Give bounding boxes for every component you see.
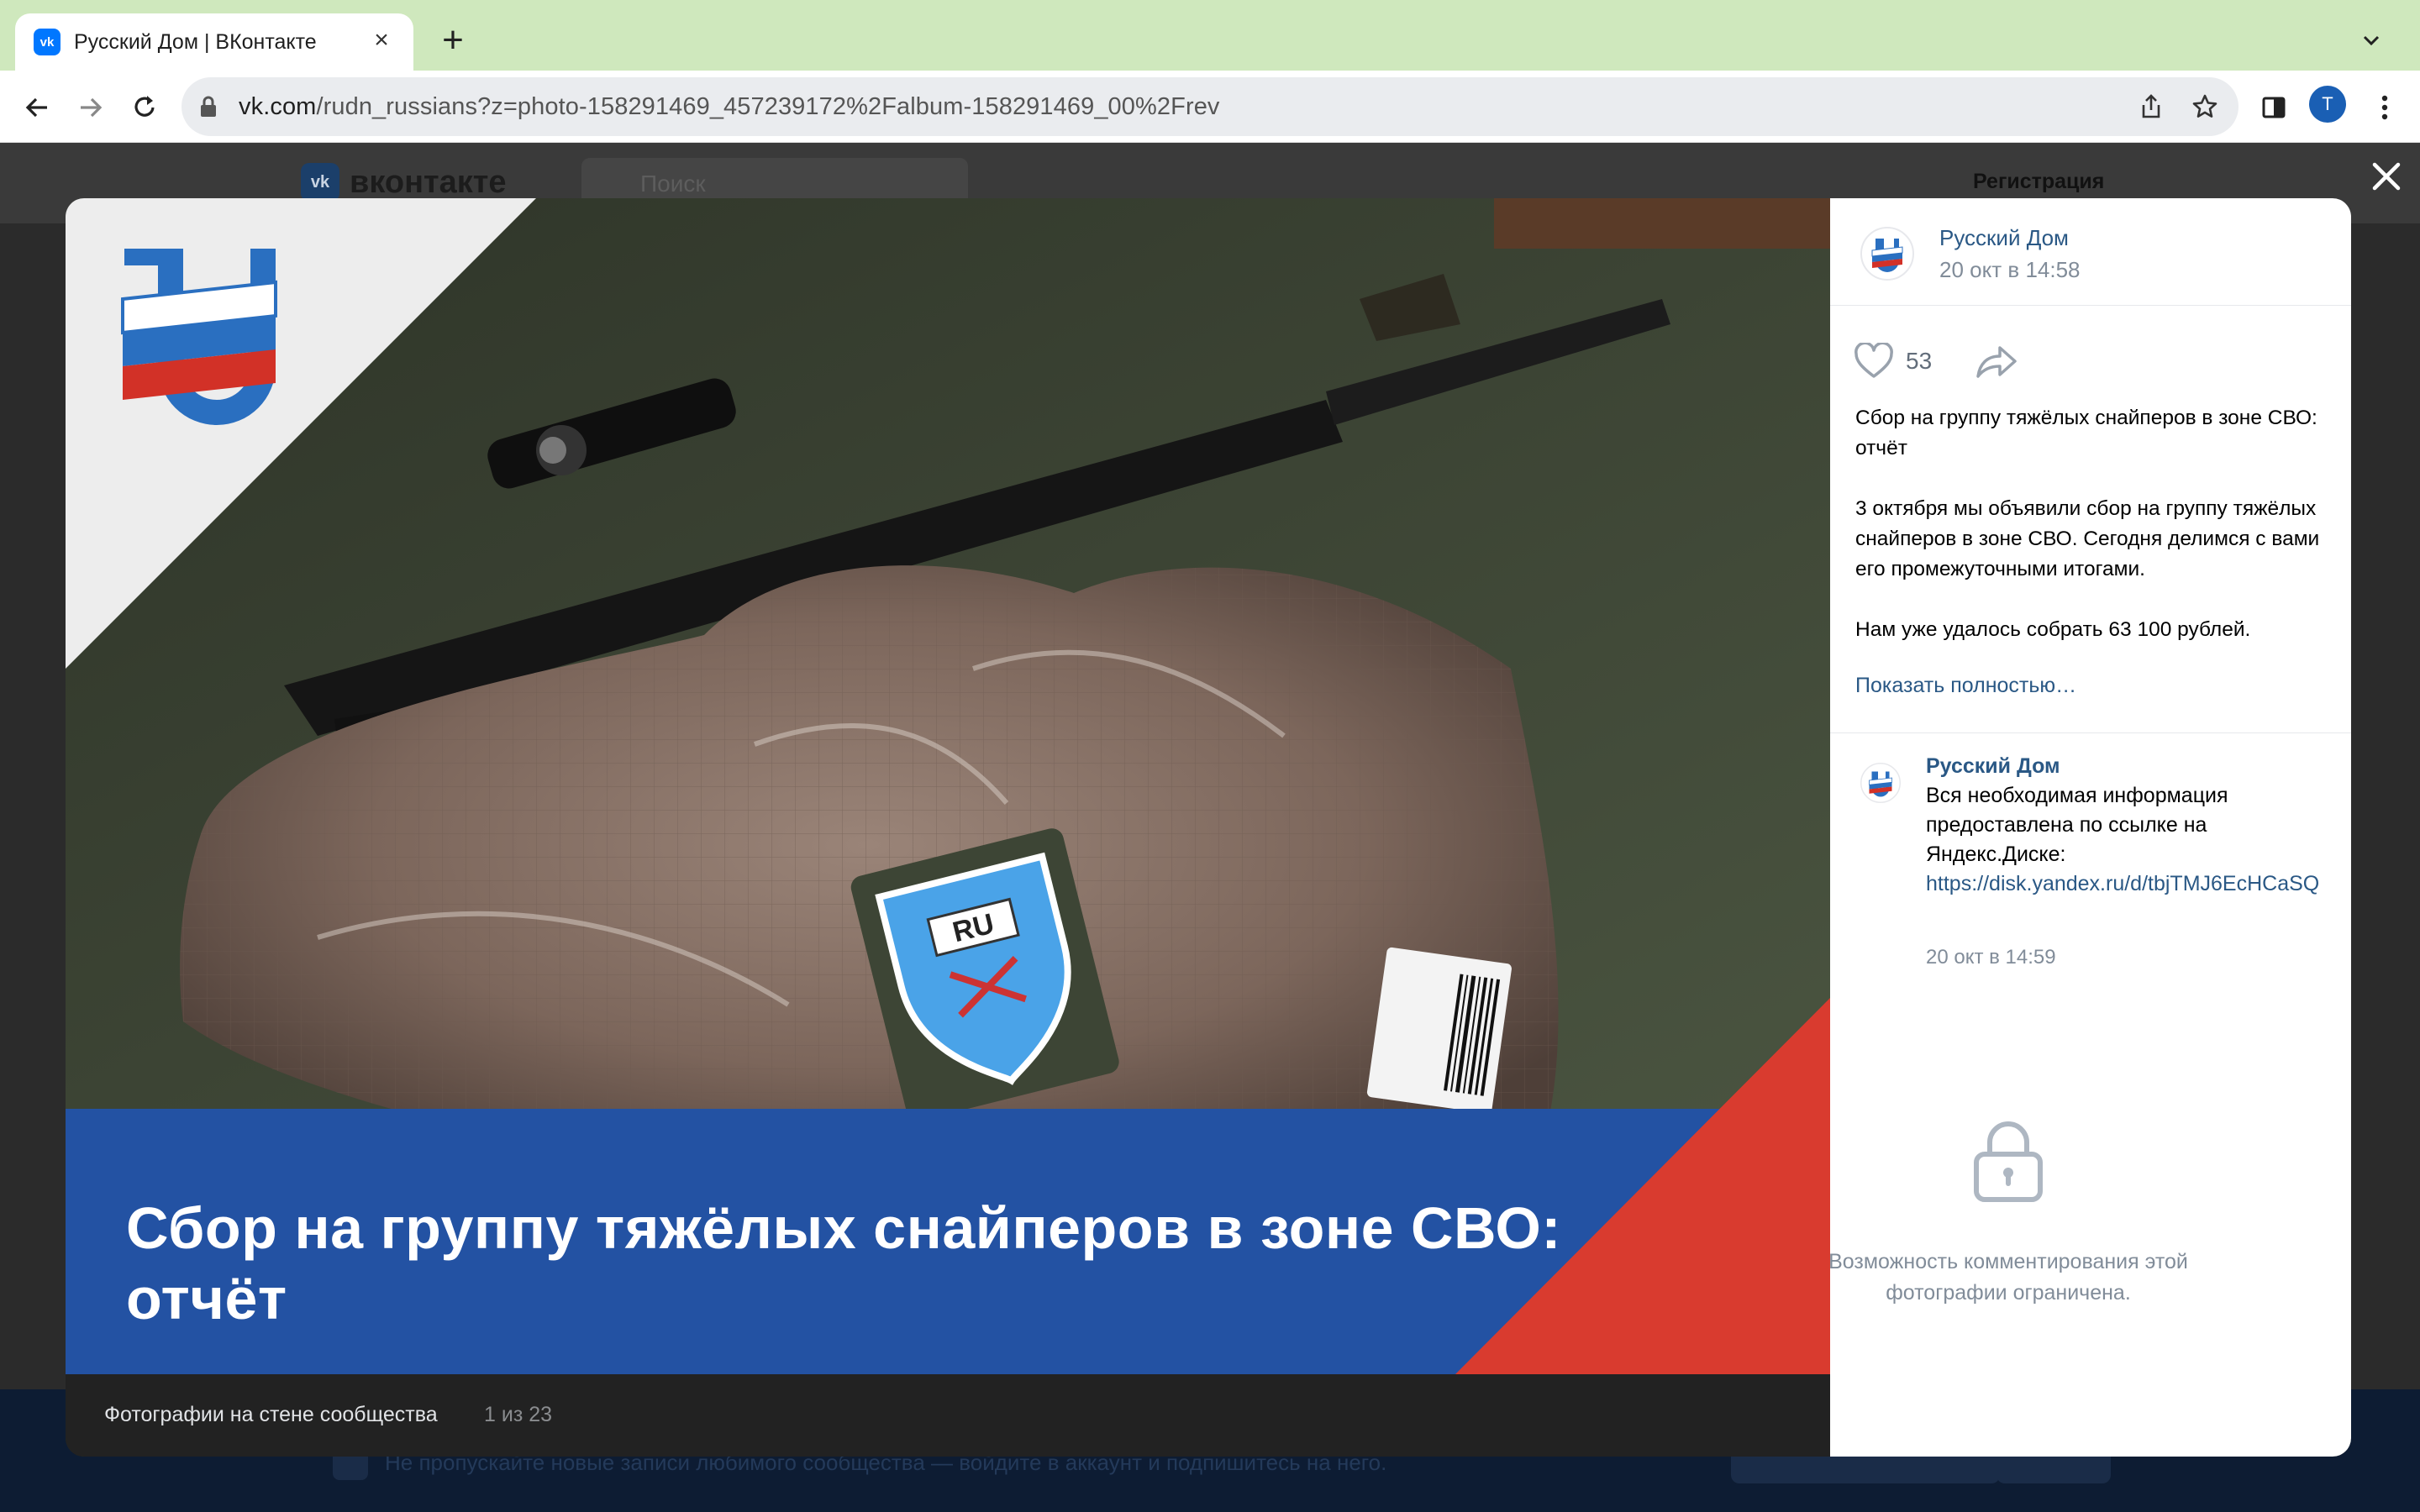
forward-arrow-icon[interactable] — [71, 87, 111, 128]
share-page-icon[interactable] — [2136, 92, 2166, 122]
photo-footer-bar: Фотографии на стене сообщества 1 из 23 — [66, 1374, 1830, 1457]
comment-body: Вся необходимая информация предоставлена… — [1926, 784, 2228, 866]
post-time-link[interactable]: 20 окт в 14:58 — [1939, 257, 2081, 283]
browser-toolbar: vk.com/rudn_russians?z=photo-158291469_4… — [0, 71, 2420, 143]
bg-logo-text: вконтакте — [350, 164, 507, 200]
photo-headline: Сбор на группу тяжёлых снайперов в зоне … — [126, 1193, 1605, 1334]
album-link[interactable]: Фотографии на стене сообщества — [104, 1403, 438, 1427]
author-name-link[interactable]: Русский Дом — [1939, 225, 2069, 251]
tab-close-icon[interactable]: × — [365, 24, 398, 57]
sidebar-divider — [1830, 732, 2351, 733]
bookmark-star-icon[interactable] — [2190, 92, 2220, 122]
reload-icon[interactable] — [124, 87, 165, 128]
comment-item: Русский Дом Вся необходимая информация п… — [1830, 746, 2351, 969]
community-avatar-icon[interactable] — [1860, 227, 1914, 281]
comments-locked-message: Возможность комментирования этой фотогра… — [1828, 1250, 2188, 1305]
headline-line-2: отчёт — [126, 1266, 287, 1331]
url-text[interactable]: vk.com/rudn_russians?z=photo-158291469_4… — [239, 93, 1220, 121]
photo-counter: 1 из 23 — [484, 1403, 553, 1426]
comment-avatar-icon[interactable] — [1860, 763, 1901, 803]
tab-title: Русский Дом | ВКонтакте — [74, 30, 317, 54]
post-paragraph: Нам уже удалось собрать 63 100 рублей. — [1855, 618, 2251, 641]
comment-text: Вся необходимая информация предоставлена… — [1926, 781, 2329, 899]
vk-favicon-icon: vk — [34, 29, 60, 55]
headline-line-1: Сбор на группу тяжёлых снайперов в зоне … — [126, 1195, 1562, 1261]
site-info-lock-icon[interactable] — [198, 95, 218, 118]
new-tab-button[interactable]: + — [432, 22, 474, 64]
yandex-disk-link[interactable]: https://disk.yandex.ru/d/tbjTMJ6EcHCaSQ — [1926, 872, 2319, 895]
side-panel-icon[interactable] — [2254, 87, 2294, 128]
bg-search-placeholder: Поиск — [640, 171, 706, 197]
close-viewer-icon[interactable] — [2368, 158, 2405, 195]
post-actions: 53 — [1830, 336, 2351, 386]
profile-avatar[interactable]: T — [2309, 86, 2346, 123]
vk-logo-icon: vk — [301, 163, 339, 202]
browser-tab-active[interactable]: vk Русский Дом | ВКонтакте × — [15, 13, 413, 71]
padlock-icon — [1971, 1117, 2045, 1203]
post-paragraph: Сбор на группу тяжёлых снайперов в зоне … — [1855, 407, 2317, 459]
browser-tabstrip: vk Русский Дом | ВКонтакте × + — [0, 0, 2420, 71]
share-arrow-icon[interactable] — [1975, 343, 2018, 380]
browser-menu-icon[interactable] — [2365, 87, 2405, 128]
bg-vk-logo: vk вконтакте — [301, 163, 507, 202]
post-author-header: Русский Дом 20 окт в 14:58 — [1830, 198, 2351, 306]
show-more-link[interactable]: Показать полностью… — [1855, 674, 2076, 698]
comment-author-link[interactable]: Русский Дом — [1926, 754, 2060, 779]
back-arrow-icon[interactable] — [17, 87, 57, 128]
bg-register-link: Регистрация — [1973, 170, 2105, 193]
post-paragraph: 3 октября мы объявили сбор на группу тяж… — [1855, 497, 2320, 580]
post-text: Сбор на группу тяжёлых снайперов в зоне … — [1855, 403, 2334, 675]
address-bar[interactable]: vk.com/rudn_russians?z=photo-158291469_4… — [182, 77, 2238, 136]
like-heart-icon[interactable] — [1854, 341, 1894, 380]
like-count: 53 — [1906, 348, 1933, 374]
tab-search-chevron-icon[interactable] — [2354, 24, 2388, 57]
comment-time[interactable]: 20 окт в 14:59 — [1926, 946, 2056, 969]
